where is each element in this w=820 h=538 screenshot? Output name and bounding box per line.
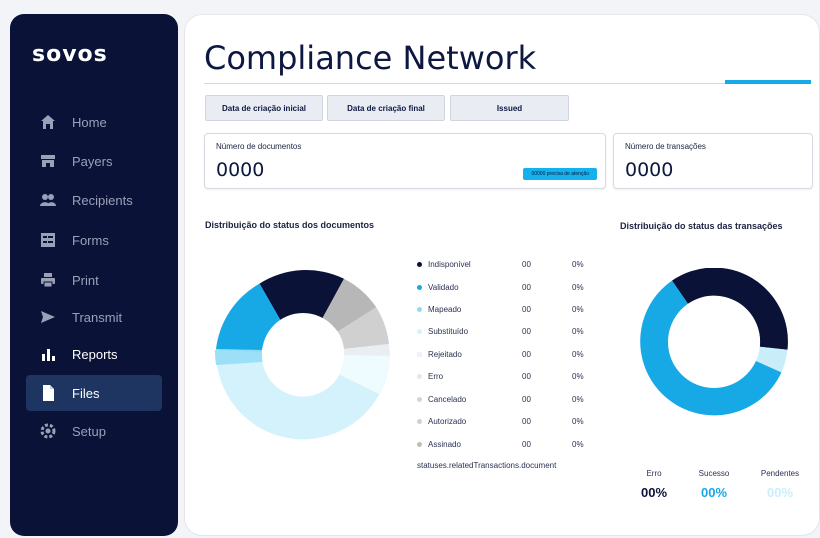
legend-dot	[417, 351, 422, 357]
documents-count: 0000	[216, 159, 265, 181]
legend-pct: 0%	[572, 394, 584, 404]
sidebar-item-recipients[interactable]: Recipients	[26, 182, 162, 218]
document-status-donut	[214, 270, 390, 440]
gear-icon	[38, 421, 58, 441]
legend-dot	[417, 441, 422, 447]
legend-label: Validado	[428, 282, 459, 292]
stat-value-erro: 00%	[640, 485, 668, 500]
legend-dot	[417, 418, 422, 424]
sidebar-item-label: Forms	[72, 232, 109, 248]
legend-count: 00	[522, 304, 531, 314]
legend-pct: 0%	[572, 371, 584, 381]
sidebar-item-label: Reports	[72, 346, 118, 362]
sidebar-item-home[interactable]: Home	[26, 104, 162, 140]
legend-count: 00	[522, 326, 531, 336]
sidebar: sovos Home Payers Recipients Forms Print…	[10, 14, 178, 536]
legend-pct: 0%	[572, 416, 584, 426]
legend-dot	[417, 284, 422, 290]
legend-pct: 0%	[572, 349, 584, 359]
sidebar-item-label: Recipients	[72, 192, 133, 208]
legend-row: Indisponível 00 0%	[417, 258, 602, 270]
transactions-count: 0000	[625, 159, 674, 181]
sidebar-item-forms[interactable]: Forms	[26, 222, 162, 258]
attention-badge[interactable]: 00000 precisa de atenção	[523, 168, 597, 180]
legend-count: 00	[522, 394, 531, 404]
stat-value-sucesso: 00%	[700, 485, 728, 500]
legend-pct: 0%	[572, 259, 584, 269]
legend-row: Assinado 00 0%	[417, 438, 602, 450]
legend-row: Validado 00 0%	[417, 281, 602, 293]
legend-pct: 0%	[572, 282, 584, 292]
stat-value-pendentes: 00%	[766, 485, 794, 500]
bar-chart-icon	[38, 344, 58, 364]
legend-row: Mapeado 00 0%	[417, 303, 602, 315]
transaction-status-donut	[640, 268, 788, 416]
people-icon	[38, 190, 58, 210]
sidebar-item-files[interactable]: Files	[26, 375, 162, 411]
filter-issued[interactable]: Issued	[450, 95, 569, 121]
legend-label: Erro	[428, 371, 444, 381]
legend-dot	[417, 373, 422, 379]
legend-count: 00	[522, 416, 531, 426]
legend-dot	[417, 306, 422, 312]
legend-label: Autorizado	[428, 416, 467, 426]
legend-label: Cancelado	[428, 394, 467, 404]
send-icon	[38, 307, 58, 327]
legend-count: 00	[522, 259, 531, 269]
legend-footer: statuses.relatedTransactions.document	[417, 461, 557, 470]
legend-dot	[417, 396, 422, 402]
form-icon	[38, 230, 58, 250]
sidebar-item-payers[interactable]: Payers	[26, 143, 162, 179]
store-icon	[38, 151, 58, 171]
printer-icon	[38, 270, 58, 290]
page-title: Compliance Network	[204, 39, 537, 77]
sidebar-item-label: Home	[72, 114, 107, 130]
legend-pct: 0%	[572, 326, 584, 336]
stat-label-erro: Erro	[646, 469, 662, 478]
main-panel: Compliance Network Data de criação inici…	[184, 14, 820, 536]
legend-row: Cancelado 00 0%	[417, 393, 602, 405]
legend-label: Rejeitado	[428, 349, 462, 359]
legend-count: 00	[522, 282, 531, 292]
legend-label: Assinado	[428, 439, 461, 449]
transactions-card: Número de transações 0000	[613, 133, 813, 189]
legend-count: 00	[522, 349, 531, 359]
sidebar-item-label: Transmit	[72, 309, 123, 325]
home-icon	[38, 112, 58, 132]
documents-label: Número de documentos	[216, 142, 302, 151]
legend-dot	[417, 328, 422, 334]
sidebar-item-label: Setup	[72, 423, 106, 439]
sidebar-item-transmit[interactable]: Transmit	[26, 299, 162, 335]
legend-row: Autorizado 00 0%	[417, 415, 602, 427]
filter-start-date[interactable]: Data de criação inicial	[205, 95, 323, 121]
sovos-logo: sovos	[32, 42, 108, 67]
sidebar-item-label: Print	[72, 272, 99, 288]
legend-label: Mapeado	[428, 304, 462, 314]
filter-end-date[interactable]: Data de criação final	[327, 95, 445, 121]
legend-row: Erro 00 0%	[417, 370, 602, 382]
stat-label-pendentes: Pendentes	[760, 469, 800, 478]
legend-count: 00	[522, 439, 531, 449]
title-divider	[204, 83, 810, 84]
sidebar-item-reports[interactable]: Reports	[26, 336, 162, 372]
legend-pct: 0%	[572, 304, 584, 314]
documents-card: Número de documentos 0000 00000 precisa …	[204, 133, 606, 189]
transactions-label: Número de transações	[625, 142, 706, 151]
tx-status-title: Distribuição do status das transações	[620, 221, 783, 231]
doc-status-title: Distribuição do status dos documentos	[205, 220, 375, 230]
legend-row: Substituído 00 0%	[417, 325, 602, 337]
legend-dot	[417, 261, 422, 267]
legend-pct: 0%	[572, 439, 584, 449]
legend-label: Indisponível	[428, 259, 471, 269]
sidebar-item-print[interactable]: Print	[26, 262, 162, 298]
stat-label-sucesso: Sucesso	[698, 469, 730, 478]
legend-row: Rejeitado 00 0%	[417, 348, 602, 360]
file-icon	[38, 383, 58, 403]
legend-label: Substituído	[428, 326, 469, 336]
sidebar-item-label: Payers	[72, 153, 113, 169]
sidebar-item-label: Files	[72, 385, 100, 401]
legend-count: 00	[522, 371, 531, 381]
sidebar-item-setup[interactable]: Setup	[26, 413, 162, 449]
title-accent-bar	[725, 80, 811, 84]
